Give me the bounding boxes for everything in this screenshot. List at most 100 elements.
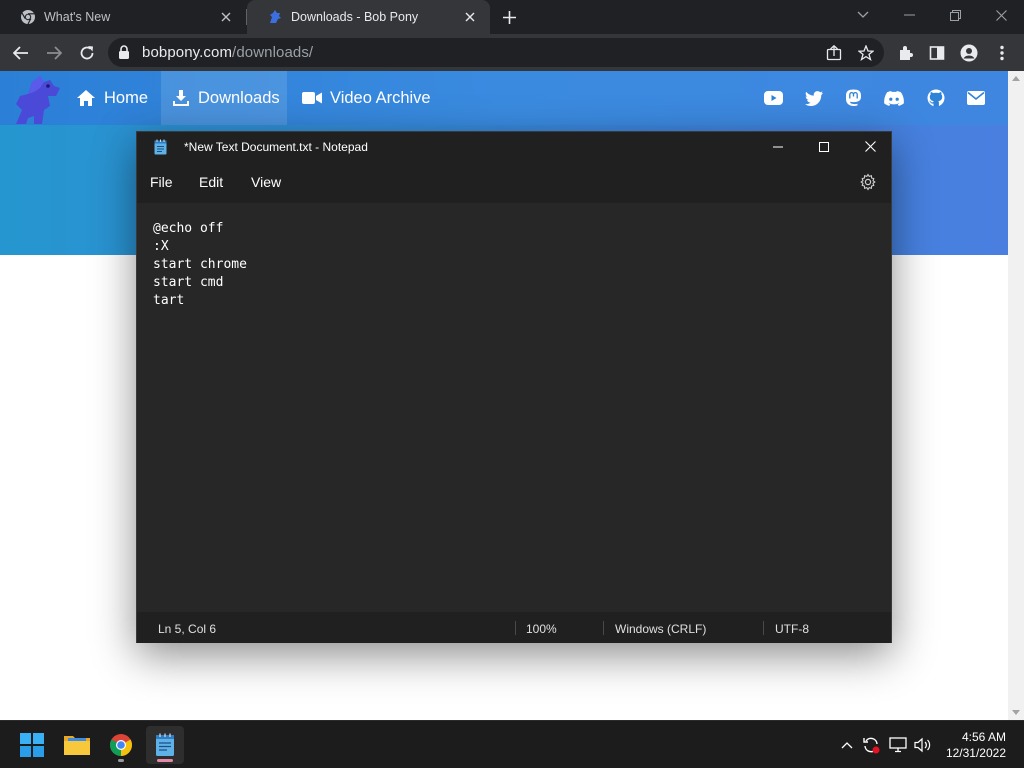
nav-downloads-label: Downloads [198,88,280,107]
notepad-minimize-button[interactable] [755,132,801,161]
new-tab-button[interactable] [498,6,520,28]
twitter-icon[interactable] [804,88,824,108]
forward-button[interactable] [43,42,65,64]
address-bar[interactable]: bobpony.com/downloads/ [108,38,884,67]
lock-icon[interactable] [118,45,130,64]
notepad-icon [156,733,174,756]
chevron-down-icon [857,11,869,18]
profile-avatar-icon [960,44,978,62]
video-camera-icon [302,92,322,104]
status-separator [515,621,516,635]
minimize-button[interactable] [886,0,932,30]
notepad-window: *New Text Document.txt - Notepad File Ed… [136,131,892,643]
share-icon[interactable] [824,43,844,63]
arrow-right-icon [47,46,62,60]
notepad-title: *New Text Document.txt - Notepad [184,140,368,154]
kebab-menu-icon [1000,45,1004,61]
system-clock[interactable]: 4:56 AM 12/31/2022 [946,729,1006,761]
scroll-down-arrow-icon[interactable] [1012,710,1020,715]
extensions-button[interactable] [895,42,917,64]
profile-button[interactable] [958,42,980,64]
close-icon [995,9,1007,21]
tab-whats-new[interactable]: What's New [0,0,246,34]
close-window-button[interactable] [978,0,1024,30]
text-encoding: UTF-8 [775,622,809,636]
tab-title: What's New [44,10,111,24]
plus-icon [502,10,516,24]
mastodon-icon[interactable] [843,88,863,108]
notepad-title-bar[interactable]: *New Text Document.txt - Notepad [137,132,891,161]
browser-tab-strip: What's New Downloads - Bob Pony [0,0,1024,34]
discord-icon[interactable] [884,88,904,108]
clock-time: 4:56 AM [961,730,1006,744]
url-text: bobpony.com/downloads/ [142,44,313,61]
settings-gear-icon[interactable] [859,173,877,191]
taskbar-file-explorer[interactable] [58,726,96,764]
tab-search-button[interactable] [840,0,886,30]
windows-taskbar: 4:56 AM 12/31/2022 [0,720,1024,768]
close-tab-icon[interactable] [460,7,480,27]
home-icon [77,90,95,106]
reload-button[interactable] [76,42,98,64]
bookmark-star-icon[interactable] [856,43,876,63]
text-line: start cmd [153,275,224,290]
taskbar-notepad[interactable] [146,726,184,764]
network-display-icon[interactable] [888,735,908,755]
youtube-icon[interactable] [763,88,783,108]
status-separator [763,621,764,635]
close-icon [864,141,876,152]
notepad-close-button[interactable] [847,132,893,161]
email-icon[interactable] [966,88,986,108]
windows-logo-icon [20,733,44,757]
notepad-maximize-button[interactable] [801,132,847,161]
back-button[interactable] [10,42,32,64]
bob-pony-logo[interactable] [10,74,62,126]
nav-downloads[interactable]: Downloads [161,71,287,125]
arrow-left-icon [13,46,28,60]
notepad-text-area[interactable]: @echo off :X start chrome start cmd tart [137,203,891,613]
tab-title: Downloads - Bob Pony [291,10,419,24]
restore-icon [949,9,961,21]
text-line: @echo off [153,221,224,236]
minimize-icon [773,146,783,147]
show-hidden-icons-chevron-up-icon[interactable] [837,735,857,755]
zoom-level: 100% [526,622,557,636]
active-indicator [157,759,173,762]
sync-alert-icon[interactable] [861,735,881,755]
puzzle-icon [900,46,913,60]
chrome-icon [110,734,132,756]
chrome-icon [20,9,36,25]
browser-toolbar: bobpony.com/downloads/ [0,34,1024,71]
url-host: bobpony.com [142,44,233,61]
notepad-app-icon [154,139,167,160]
taskbar-chrome[interactable] [102,726,140,764]
scroll-up-arrow-icon[interactable] [1012,76,1020,81]
nav-home[interactable]: Home [76,71,148,125]
text-line: :X [153,239,169,254]
volume-icon[interactable] [913,735,933,755]
menu-edit[interactable]: Edit [199,174,223,190]
chrome-menu-button[interactable] [991,42,1013,64]
url-path: /downloads/ [232,44,314,61]
line-ending: Windows (CRLF) [615,622,707,636]
nav-video-archive[interactable]: Video Archive [302,71,431,125]
maximize-icon [819,141,829,152]
github-icon[interactable] [926,88,946,108]
tab-downloads-bob-pony[interactable]: Downloads - Bob Pony [247,0,490,34]
menu-file[interactable]: File [150,174,173,190]
notepad-menu-bar: File Edit View [137,161,891,203]
restore-button[interactable] [932,0,978,30]
reload-icon [80,46,94,60]
side-panel-button[interactable] [926,42,948,64]
start-button[interactable] [13,726,51,764]
status-separator [603,621,604,635]
site-navbar: Home Downloads Video Archive [0,71,1008,125]
notepad-status-bar: Ln 5, Col 6 100% Windows (CRLF) UTF-8 [137,612,891,643]
cursor-position: Ln 5, Col 6 [158,622,217,636]
minimize-icon [903,14,915,16]
close-tab-icon[interactable] [216,7,236,27]
page-scrollbar[interactable] [1008,71,1024,720]
running-indicator [118,759,124,762]
text-line: tart [153,293,185,308]
menu-view[interactable]: View [251,174,281,190]
